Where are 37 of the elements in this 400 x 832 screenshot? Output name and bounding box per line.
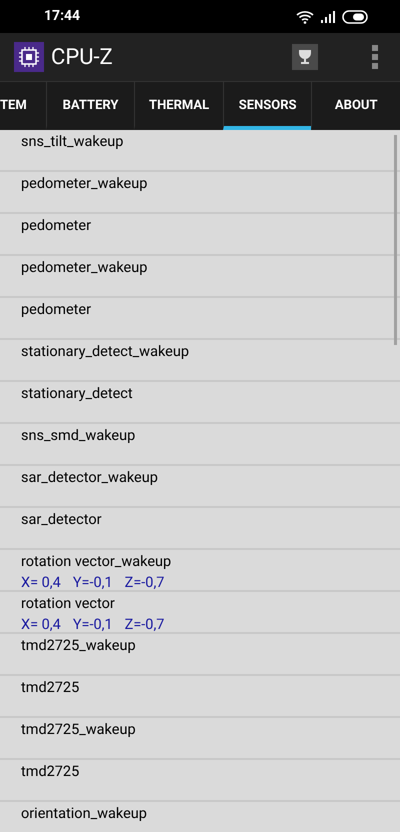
sensor-name: stationary_detect_wakeup <box>21 343 190 361</box>
sensor-name: pedometer_wakeup <box>21 259 148 277</box>
battery-icon <box>342 10 368 24</box>
wifi-icon <box>296 10 314 24</box>
sensor-name: pedometer_wakeup <box>21 175 148 193</box>
tab[interactable]: ABOUT <box>311 82 400 130</box>
trophy-icon <box>296 48 314 66</box>
sensor-value: Y=-0,1 <box>72 616 113 634</box>
sensor-name: pedometer <box>21 301 92 319</box>
sensor-name: sar_detector <box>21 511 103 529</box>
sensor-value: Z=-0,7 <box>124 574 164 592</box>
menu-button[interactable] <box>372 45 380 69</box>
sensor-name: rotation vector <box>21 595 116 613</box>
chip-icon <box>14 42 44 72</box>
sensor-value: X= 0,4 <box>21 574 61 592</box>
sensor-name: tmd2725_wakeup <box>21 637 137 655</box>
signal-icon <box>320 10 336 22</box>
tab[interactable]: THERMAL <box>134 82 223 130</box>
sensor-value: Y=-0,1 <box>72 574 113 592</box>
sensor-name: pedometer <box>21 217 92 235</box>
sensor-name: orientation_wakeup <box>21 805 148 823</box>
sensor-name: sns_smd_wakeup <box>21 427 136 445</box>
sensor-value: X= 0,4 <box>21 616 61 634</box>
sensor-name: tmd2725 <box>21 763 80 781</box>
tab[interactable]: TEM <box>0 82 46 130</box>
sensor-value: Z=-0,7 <box>124 616 164 634</box>
sensor-name: stationary_detect <box>21 385 134 403</box>
sensor-name: tmd2725 <box>21 679 80 697</box>
sensor-name: tmd2725_wakeup <box>21 721 137 739</box>
sensor-name: sns_tilt_wakeup <box>21 133 124 151</box>
status-time: 17:44 <box>44 7 80 26</box>
app-title: CPU-Z <box>51 44 113 72</box>
sensor-name: rotation vector_wakeup <box>21 553 172 571</box>
trophy-button[interactable] <box>292 44 318 70</box>
tab[interactable]: SENSORS <box>222 82 312 130</box>
sensor-name: sar_detector_wakeup <box>21 469 159 487</box>
tab[interactable]: BATTERY <box>46 82 134 130</box>
